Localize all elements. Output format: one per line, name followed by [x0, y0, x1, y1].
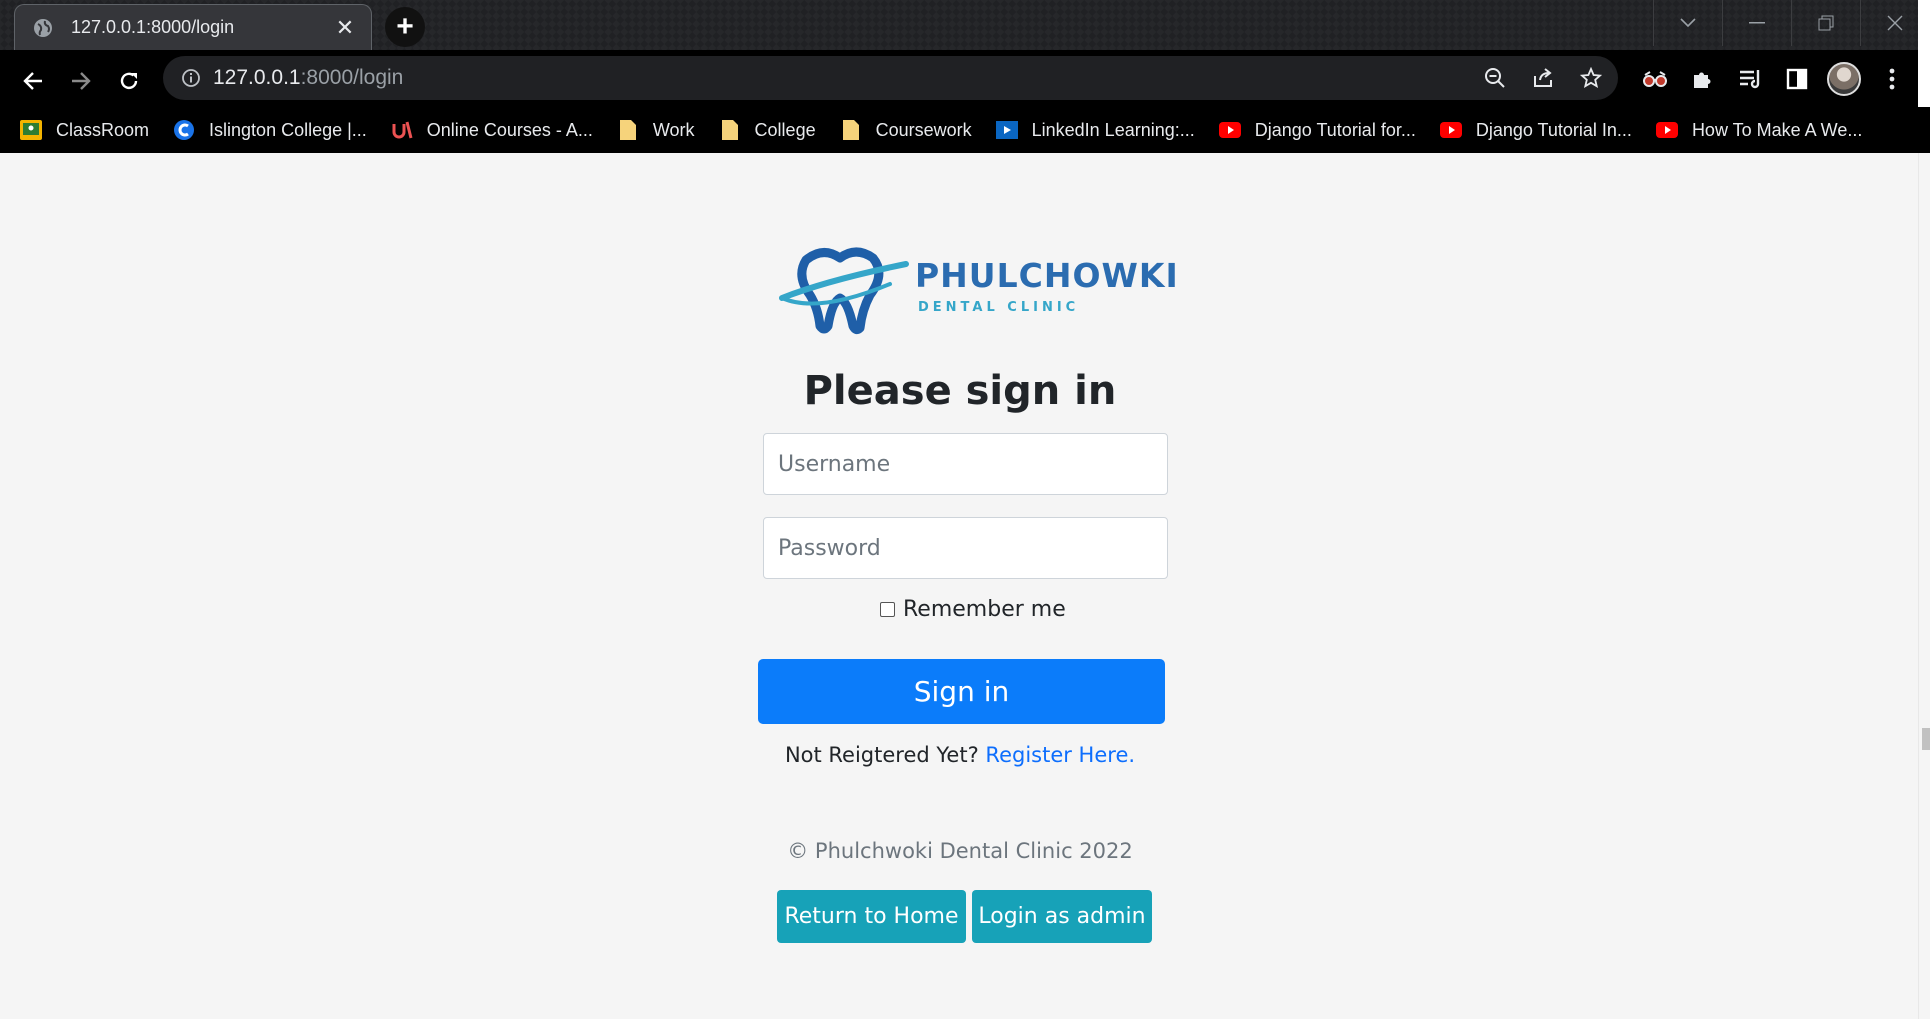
tab-strip: 127.0.0.1:8000/login ✕ + — [0, 0, 1930, 50]
login-admin-button[interactable]: Login as admin — [972, 890, 1152, 943]
extension-glasses-icon[interactable] — [1638, 62, 1672, 96]
minimize-icon[interactable] — [1722, 0, 1791, 46]
bookmark-label: Work — [652, 119, 695, 140]
sign-in-button[interactable]: Sign in — [758, 659, 1165, 724]
scrollbar-thumb[interactable] — [1922, 728, 1930, 750]
bookmark-label: College — [754, 119, 816, 140]
bookmark-label: How To Make A We... — [1691, 119, 1863, 140]
side-panel-icon[interactable] — [1780, 62, 1814, 96]
youtube-icon — [1655, 119, 1678, 141]
logo-brand-text: PHULCHOWKI — [915, 256, 1179, 295]
bookmark-label: Django Tutorial In... — [1475, 119, 1632, 140]
bookmark-item[interactable]: How To Make A We... — [1655, 119, 1863, 141]
remember-me-row[interactable]: Remember me — [880, 597, 1066, 622]
copyright-text: © Phulchwoki Dental Clinic 2022 — [787, 839, 1133, 863]
tab-search-chevron-icon[interactable] — [1653, 0, 1722, 46]
bookmark-label: ClassRoom — [56, 119, 150, 140]
folder-icon — [617, 119, 639, 141]
islington-icon — [173, 119, 195, 141]
bookmark-item[interactable]: Coursework — [840, 119, 972, 141]
register-prefix-text: Not Reigtered Yet? — [784, 743, 979, 767]
bookmark-item[interactable]: Work — [617, 119, 695, 141]
tab-title: 127.0.0.1:8000/login — [71, 17, 235, 37]
remember-me-label: Remember me — [903, 597, 1066, 622]
bookmark-label: Online Courses - A... — [426, 119, 593, 140]
logo-sub-text: DENTAL CLINIC — [918, 300, 1080, 315]
bookmark-label: LinkedIn Learning:... — [1031, 119, 1195, 140]
page-title: Please sign in — [803, 368, 1117, 414]
profile-avatar[interactable] — [1827, 62, 1861, 96]
site-info-icon[interactable] — [177, 64, 205, 92]
restore-icon[interactable] — [1791, 0, 1860, 46]
reload-icon[interactable] — [112, 64, 146, 98]
menu-kebab-icon[interactable] — [1875, 62, 1909, 96]
extensions-puzzle-icon[interactable] — [1685, 62, 1719, 96]
reading-list-icon[interactable] — [1733, 62, 1767, 96]
bookmark-item[interactable]: LinkedIn Learning:... — [995, 119, 1195, 141]
tooth-logo-icon — [779, 247, 909, 335]
register-link[interactable]: Register Here. — [985, 743, 1135, 767]
udemy-icon — [391, 119, 413, 141]
share-icon[interactable] — [1529, 64, 1557, 92]
forward-icon[interactable] — [64, 64, 98, 98]
youtube-icon — [1439, 119, 1462, 141]
remember-me-checkbox[interactable] — [880, 602, 895, 617]
youtube-icon — [1218, 119, 1241, 141]
bookmark-label: Django Tutorial for... — [1254, 119, 1416, 140]
bookmark-item[interactable]: Online Courses - A... — [391, 119, 593, 141]
bookmark-star-icon[interactable] — [1577, 64, 1605, 92]
page-scrollbar[interactable] — [1918, 153, 1930, 1019]
login-page: PHULCHOWKI DENTAL CLINIC Please sign in … — [0, 153, 1918, 1019]
return-home-button[interactable]: Return to Home — [777, 890, 966, 943]
password-input[interactable] — [763, 517, 1168, 579]
bookmark-item[interactable]: ClassRoom — [20, 119, 149, 141]
browser-tab[interactable]: 127.0.0.1:8000/login ✕ — [14, 4, 372, 50]
url-text: 127.0.0.1:8000/login — [213, 66, 404, 89]
bookmark-label: Coursework — [875, 119, 972, 140]
globe-icon — [33, 18, 53, 38]
classroom-icon — [20, 119, 42, 141]
folder-icon — [719, 119, 741, 141]
tab-close-icon[interactable]: ✕ — [333, 15, 357, 41]
clinic-logo: PHULCHOWKI DENTAL CLINIC — [778, 240, 1178, 340]
new-tab-button[interactable]: + — [385, 7, 425, 47]
bookmark-item[interactable]: Django Tutorial In... — [1439, 119, 1632, 141]
register-prompt: Not Reigtered Yet? Register Here. — [700, 743, 1220, 767]
linkedin-learning-icon — [995, 119, 1018, 141]
address-bar[interactable]: 127.0.0.1:8000/login — [163, 56, 1618, 100]
bookmark-label: Islington College |... — [209, 119, 367, 140]
bookmarks-bar: ClassRoom Islington College |... Online Co… — [0, 107, 1930, 153]
username-input[interactable] — [763, 433, 1168, 495]
folder-icon — [840, 119, 862, 141]
zoom-icon[interactable] — [1481, 64, 1509, 92]
bookmark-item[interactable]: Django Tutorial for... — [1218, 119, 1416, 141]
bookmark-item[interactable]: Islington College |... — [173, 119, 367, 141]
back-icon[interactable] — [16, 64, 50, 98]
bookmark-item[interactable]: College — [719, 119, 816, 141]
